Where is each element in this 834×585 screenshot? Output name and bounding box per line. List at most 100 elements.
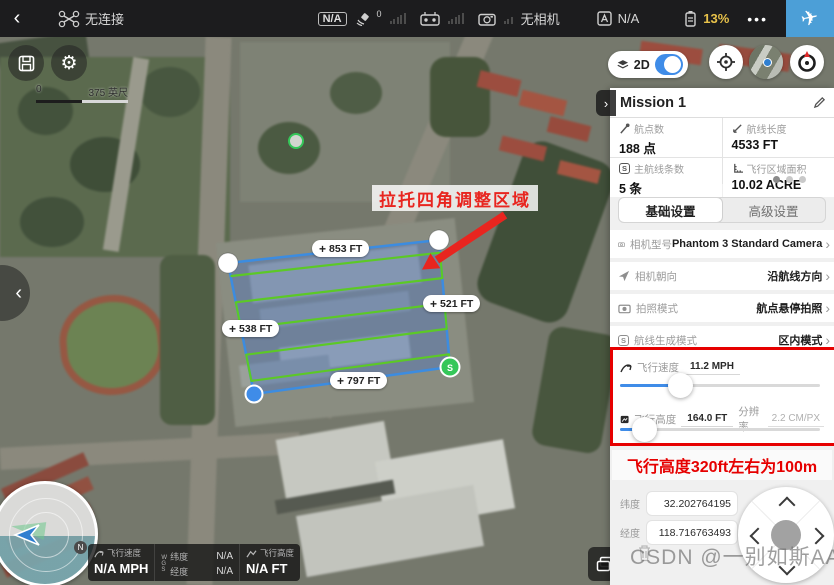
drone-icon: [58, 10, 80, 28]
compass-icon: [795, 50, 819, 74]
aircraft-heading-arrow: [13, 523, 47, 547]
battery-percent: 13%: [703, 11, 729, 26]
setting-camera-model[interactable]: 相机型号 Phantom 3 Standard Camera ›: [610, 230, 834, 258]
gps-satellite-icon: [355, 11, 372, 26]
map-marker-green: [289, 134, 303, 148]
mission-settings-button[interactable]: ⚙: [51, 45, 87, 81]
mission-header: Mission 1: [610, 88, 834, 118]
s-mode-icon: S: [619, 163, 630, 174]
edge-length-label: 538 FT: [239, 323, 272, 335]
tab-basic-settings[interactable]: 基础设置: [618, 197, 723, 223]
locate-crosshair-icon: [716, 52, 736, 72]
altitude-icon: [246, 549, 257, 558]
insert-waypoint-icon: +: [430, 297, 437, 311]
speed-label: 飞行速度: [637, 360, 679, 375]
speed-slider[interactable]: [620, 384, 820, 387]
chevron-left-icon: ‹: [15, 282, 22, 305]
tab-advanced-settings[interactable]: 高级设置: [722, 198, 825, 222]
chevron-right-icon: ›: [825, 332, 830, 348]
panel-collapse-tab[interactable]: ›: [596, 90, 616, 116]
flight-altitude-icon: [620, 414, 629, 425]
map-scale-bar: 0 375 英尺: [36, 84, 128, 103]
corner-handle-bottom-left[interactable]: [246, 386, 263, 403]
edge-length-label: 521 FT: [440, 298, 473, 310]
chevron-right-icon: ›: [825, 236, 830, 252]
map-2d-toggle[interactable]: 2D: [608, 51, 688, 78]
corner-handle-top-left[interactable]: [218, 253, 238, 273]
rc-signal-bars: [448, 13, 464, 24]
mission-panel: Mission 1 航点数 188 点 航线长度 4533 FT S 主航: [610, 88, 834, 585]
save-mission-button[interactable]: [8, 45, 44, 81]
telemetry-speed-label: 飞行速度: [107, 547, 141, 559]
more-menu-button[interactable]: •••: [737, 11, 778, 27]
gps-signal-bars: [390, 13, 406, 24]
altitude-value: 164.0 FT: [681, 412, 733, 427]
edge-length-label: 797 FT: [347, 375, 380, 387]
save-icon: [18, 55, 35, 72]
telemetry-alt-value: N/A FT: [246, 561, 294, 576]
setting-camera-heading[interactable]: 相机朝向 沿航线方向 ›: [610, 262, 834, 290]
edge-length-top[interactable]: + 853 FT: [312, 240, 369, 257]
back-button[interactable]: ‹: [0, 7, 34, 30]
scale-zero: 0: [36, 84, 42, 99]
edit-pencil-icon[interactable]: [813, 96, 826, 109]
minimap-position-dot: [763, 58, 772, 67]
telemetry-bar: 飞行速度 N/A MPH WGS 纬度 N/A 经度 N/A 飞行高度: [88, 544, 300, 581]
photo-mode-icon: [618, 303, 631, 314]
2d-toggle-switch[interactable]: [655, 54, 683, 75]
latitude-input[interactable]: 32.202764195: [646, 491, 738, 516]
edge-length-left[interactable]: + 538 FT: [222, 320, 279, 337]
attitude-compass-widget[interactable]: [0, 481, 98, 585]
telemetry-lon-value: N/A: [194, 566, 233, 577]
settings-tabs: 基础设置 高级设置: [618, 197, 826, 223]
longitude-label: 经度: [620, 525, 642, 540]
telemetry-alt-label: 飞行高度: [260, 547, 294, 559]
insert-waypoint-icon: +: [229, 322, 236, 336]
2d-label: 2D: [634, 58, 650, 72]
rc-mode-value: N/A: [618, 11, 640, 26]
area-ruler-icon: [732, 163, 743, 174]
speed-icon: [94, 549, 104, 558]
speed-value: 11.2 MPH: [684, 360, 740, 375]
corner-handle-top-right[interactable]: [429, 230, 449, 250]
mission-planner-app: S 拉托四角调整区域 + 853 FT + 521 FT + 538 FT + …: [0, 0, 834, 585]
battery-icon: [683, 10, 698, 27]
route-mode-icon: S: [618, 335, 629, 346]
status-topbar: ‹ 无连接 N/A 0: [0, 0, 834, 37]
edge-length-bottom[interactable]: + 797 FT: [330, 372, 387, 389]
stat-waypoints: 航点数 188 点: [610, 118, 722, 157]
annotation-hint-label: 拉托四角调整区域: [372, 185, 538, 211]
route-length-icon: [732, 123, 743, 134]
minimap-button[interactable]: [749, 45, 783, 79]
setting-photo-mode[interactable]: 拍照模式 航点悬停拍照 ›: [610, 294, 834, 322]
nudge-up-button[interactable]: [779, 497, 796, 514]
chevron-right-icon: ›: [604, 96, 608, 111]
wgs-label: WGS: [161, 555, 167, 573]
altitude-slider[interactable]: [620, 428, 820, 431]
watermark: CSDN @一别如斯AA: [630, 541, 834, 571]
remote-controller-icon: [420, 11, 440, 26]
telemetry-lon-label: 经度: [170, 565, 188, 578]
insert-waypoint-icon: +: [337, 374, 344, 388]
telemetry-speed-value: N/A MPH: [94, 561, 148, 576]
compass-reset-button[interactable]: [790, 45, 824, 79]
locate-button[interactable]: [709, 45, 743, 79]
camera-status-icon: [478, 12, 496, 26]
telemetry-lat-value: N/A: [194, 551, 233, 562]
edge-length-right[interactable]: + 521 FT: [423, 295, 480, 312]
stats-pagination[interactable]: [773, 176, 806, 183]
camera-status-text: 无相机: [521, 9, 560, 28]
speed-slider-thumb[interactable]: [668, 373, 693, 398]
heading-icon: [618, 270, 630, 282]
camera-icon: [618, 239, 625, 250]
scale-distance: 375 英尺: [89, 84, 128, 99]
takeoff-button[interactable]: ✈: [786, 0, 834, 37]
stat-main-lines: S 主航线条数 5 条: [610, 158, 722, 197]
mission-stats: 航点数 188 点 航线长度 4533 FT S 主航线条数 5 条 飞行区域面…: [610, 118, 834, 184]
edge-length-label: 853 FT: [329, 243, 362, 255]
flight-sliders: 飞行速度 11.2 MPH 飞行高度 164.0 FT 分辨率 2.2 CM/P…: [610, 350, 834, 444]
airplane-icon: ✈: [799, 4, 821, 32]
rc-mode-clipboard-icon: [596, 10, 613, 27]
altitude-slider-thumb[interactable]: [632, 417, 657, 442]
flight-mode-badge: N/A: [318, 12, 347, 26]
